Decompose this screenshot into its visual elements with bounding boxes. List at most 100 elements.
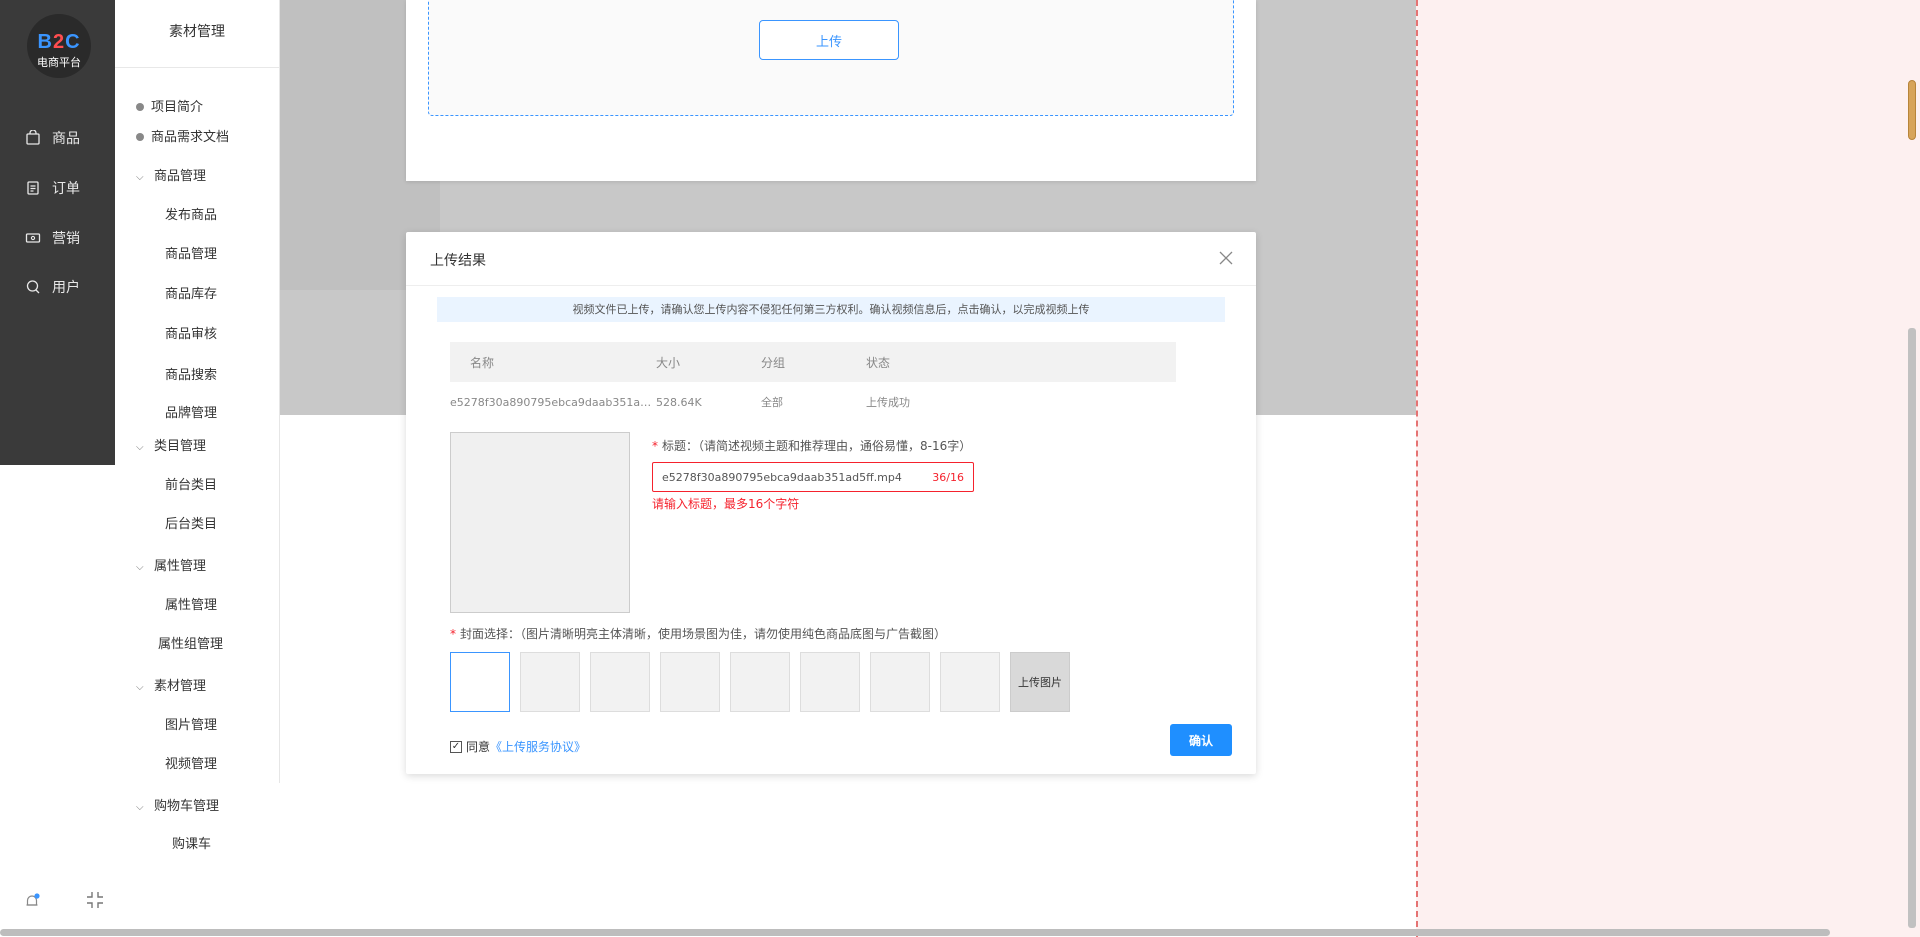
- upload-dropzone[interactable]: 上传: [428, 0, 1234, 116]
- chevron-down-icon: ⌵: [136, 562, 144, 573]
- close-icon[interactable]: [1218, 250, 1234, 266]
- sidebar-item[interactable]: 后台类目: [165, 513, 217, 532]
- sidebar-group[interactable]: ⌵ 购物车管理: [136, 795, 219, 814]
- shopping-bag-icon: [24, 129, 42, 147]
- required-marker: *: [450, 627, 456, 641]
- sidebar-item-label: 商品搜索: [165, 368, 218, 383]
- chevron-down-icon: ⌵: [136, 682, 144, 693]
- logo-main-text: B2C: [37, 31, 81, 53]
- cover-option[interactable]: [800, 652, 860, 712]
- sidebar-item-label: 素材管理: [154, 679, 207, 694]
- sidebar-item[interactable]: 商品搜索: [165, 364, 217, 383]
- upload-button[interactable]: 上传: [759, 20, 899, 60]
- sidebar-item[interactable]: 发布商品: [165, 204, 217, 223]
- chevron-down-icon: ⌵: [136, 802, 144, 813]
- sidebar-item-label: 商品审核: [165, 327, 218, 342]
- logo-sub-text: 电商平台: [37, 56, 81, 69]
- modal-header: 上传结果: [406, 232, 1256, 286]
- agree-checkbox[interactable]: ✓: [450, 740, 462, 753]
- agree-text: 同意: [466, 740, 491, 754]
- cover-option[interactable]: [520, 652, 580, 712]
- sidebar-item[interactable]: 品牌管理: [165, 402, 217, 421]
- horizontal-scrollbar[interactable]: [0, 929, 1830, 936]
- table-cell: 全部: [761, 396, 783, 409]
- table-cell: 528.64K: [656, 395, 702, 409]
- table-cell: e5278f30a890795ebca9daab351ad5ff.mp4: [450, 395, 656, 409]
- vertical-scrollbar-thumb[interactable]: [1908, 80, 1916, 140]
- modal-title: 上传结果: [430, 253, 486, 269]
- nav-item-users[interactable]: 用户: [0, 273, 115, 301]
- chevron-down-icon: ⌵: [136, 442, 144, 453]
- sidebar-item-label: 商品管理: [165, 247, 218, 262]
- sub-sidebar: 素材管理: [115, 0, 280, 783]
- cover-option[interactable]: [450, 652, 510, 712]
- title-error-message: 请输入标题，最多16个字符: [652, 497, 800, 511]
- title-char-count: 36/16: [932, 470, 964, 484]
- nav-item-label: 用户: [52, 280, 80, 296]
- sidebar-item[interactable]: 商品审核: [165, 323, 217, 342]
- sidebar-item-label: 项目简介: [151, 100, 204, 115]
- sidebar-item[interactable]: 商品管理: [165, 243, 217, 262]
- main-nav: B2C 电商平台 商品 订单 营销 用户: [0, 0, 115, 465]
- column-header: 状态: [866, 355, 891, 370]
- sidebar-item-label: 视频管理: [165, 757, 218, 772]
- nav-item-goods[interactable]: 商品: [0, 124, 115, 152]
- sidebar-item-label: 属性管理: [165, 598, 218, 613]
- title-input[interactable]: e5278f30a890795ebca9daab351ad5ff.mp4 36/…: [652, 462, 974, 492]
- bullet-icon: [136, 102, 144, 111]
- bell-icon[interactable]: [24, 893, 40, 909]
- vertical-scrollbar-track[interactable]: [1908, 328, 1916, 928]
- required-marker: *: [652, 439, 658, 453]
- nav-item-orders[interactable]: 订单: [0, 174, 115, 202]
- sidebar-item-label: 类目管理: [154, 439, 207, 454]
- sidebar-item[interactable]: 商品需求文档: [136, 126, 229, 145]
- sidebar-group[interactable]: ⌵ 类目管理: [136, 435, 206, 454]
- sidebar-item[interactable]: 图片管理: [165, 714, 217, 733]
- sidebar-item[interactable]: 属性组管理: [158, 633, 223, 652]
- nav-item-marketing[interactable]: 营销: [0, 224, 115, 252]
- sidebar-item-label: 属性管理: [154, 559, 207, 574]
- agreement-link[interactable]: 《上传服务协议》: [490, 738, 586, 755]
- cover-option[interactable]: [940, 652, 1000, 712]
- confirm-button[interactable]: 确认: [1170, 724, 1232, 756]
- title-input-value: e5278f30a890795ebca9daab351ad5ff.mp4: [662, 470, 902, 484]
- sidebar-group[interactable]: ⌵ 素材管理: [136, 675, 206, 694]
- column-header: 大小: [656, 355, 681, 370]
- video-thumbnail: [450, 432, 630, 613]
- table-cell: 上传成功: [866, 396, 910, 409]
- sidebar-item[interactable]: 商品库存: [165, 283, 217, 302]
- sidebar-item-label: 购物车管理: [154, 799, 220, 814]
- sidebar-item[interactable]: 视频管理: [165, 753, 217, 772]
- sidebar-item-label: 购课车: [172, 837, 212, 852]
- sidebar-item[interactable]: 属性管理: [165, 594, 217, 613]
- sidebar-group[interactable]: ⌵ 商品管理: [136, 165, 206, 184]
- sidebar-item-label: 前台类目: [165, 478, 218, 493]
- cover-option[interactable]: [730, 652, 790, 712]
- sidebar-item-label: 图片管理: [165, 718, 218, 733]
- sidebar-item[interactable]: 前台类目: [165, 474, 217, 493]
- sidebar-item[interactable]: 购课车: [172, 833, 211, 852]
- cover-option[interactable]: [660, 652, 720, 712]
- title-field-label: * 标题：（请简述视频主题和推荐理由，通俗易懂，8-16字）: [652, 437, 971, 454]
- sidebar-group[interactable]: ⌵ 属性管理: [136, 555, 206, 574]
- cover-option[interactable]: [870, 652, 930, 712]
- cover-option[interactable]: [590, 652, 650, 712]
- title-field-label-text: 标题：（请简述视频主题和推荐理由，通俗易懂，8-16字）: [662, 439, 972, 453]
- logo[interactable]: B2C 电商平台: [27, 14, 91, 78]
- cover-field-label-text: 封面选择：（图片清晰明亮主体清晰，使用场景图为佳，请勿使用纯色商品底图与广告截图…: [460, 627, 947, 641]
- cover-field-label: * 封面选择：（图片清晰明亮主体清晰，使用场景图为佳，请勿使用纯色商品底图与广告截…: [450, 625, 946, 642]
- upload-card: 上传: [406, 0, 1256, 181]
- ticket-icon: [24, 229, 42, 247]
- agreement-row: ✓ 同意 《上传服务协议》: [450, 738, 586, 755]
- sidebar-item-label: 发布商品: [165, 208, 218, 223]
- table-header: 名称 大小 分组 状态: [450, 342, 1176, 382]
- cover-upload-button[interactable]: 上传图片: [1010, 652, 1070, 712]
- collapse-icon[interactable]: [86, 891, 104, 909]
- sidebar-title: 素材管理: [115, 0, 279, 68]
- sidebar-item[interactable]: 项目简介: [136, 96, 203, 115]
- notice-banner: 视频文件已上传，请确认您上传内容不侵犯任何第三方权利。确认视频信息后，点击确认，…: [437, 297, 1225, 322]
- order-list-icon: [24, 179, 42, 197]
- sidebar-item-label: 商品需求文档: [151, 130, 230, 145]
- sidebar-item-label: 商品管理: [154, 169, 207, 184]
- nav-item-label: 商品: [52, 131, 80, 147]
